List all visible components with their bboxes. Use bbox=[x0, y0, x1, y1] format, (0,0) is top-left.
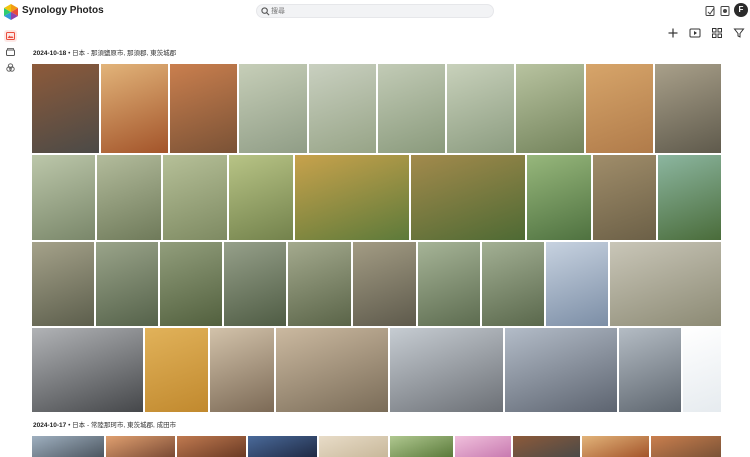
section-location: 日本 - 那須鹽原市, 那須郡, 東茨城郡 bbox=[72, 50, 177, 57]
photo-thumbnail[interactable] bbox=[655, 64, 721, 153]
photo-thumbnail[interactable] bbox=[658, 155, 721, 240]
photo-thumbnail[interactable] bbox=[546, 242, 608, 326]
search-input[interactable] bbox=[271, 5, 491, 17]
sidebar-item-albums[interactable] bbox=[4, 62, 17, 74]
photo-thumbnail[interactable] bbox=[516, 64, 584, 153]
photo-thumbnail[interactable] bbox=[378, 64, 445, 153]
app-title: Synology Photos bbox=[22, 5, 104, 16]
section-location: 日本 - 常陸那珂市, 東茨城郡, 成田市 bbox=[72, 422, 177, 429]
photo-thumbnail[interactable] bbox=[455, 436, 511, 457]
sidebar-item-shared-space[interactable] bbox=[4, 46, 17, 58]
photo-thumbnail[interactable] bbox=[96, 242, 158, 326]
photo-thumbnail[interactable] bbox=[106, 436, 175, 457]
date-header: 2024-10-18 • 日本 - 那須鹽原市, 那須郡, 東茨城郡 bbox=[33, 47, 176, 57]
photo-thumbnail[interactable] bbox=[32, 436, 104, 457]
shared-space-icon bbox=[6, 48, 15, 56]
synology-photos-logo bbox=[4, 4, 18, 20]
add-icon[interactable] bbox=[667, 27, 679, 39]
photo-thumbnail[interactable] bbox=[145, 328, 208, 412]
photo-thumbnail[interactable] bbox=[619, 328, 681, 412]
photo-thumbnail[interactable] bbox=[32, 328, 143, 412]
photo-thumbnail[interactable] bbox=[276, 328, 388, 412]
photo-thumbnail[interactable] bbox=[586, 64, 653, 153]
photo-thumbnail[interactable] bbox=[309, 64, 376, 153]
photo-thumbnail[interactable] bbox=[239, 64, 307, 153]
photo-thumbnail[interactable] bbox=[582, 436, 649, 457]
sidebar bbox=[0, 24, 22, 457]
photo-thumbnail[interactable] bbox=[229, 155, 293, 240]
photo-thumbnail[interactable] bbox=[527, 155, 591, 240]
section-separator: • bbox=[68, 422, 71, 429]
photo-thumbnail[interactable] bbox=[32, 242, 94, 326]
photo-thumbnail[interactable] bbox=[390, 328, 503, 412]
search-bar[interactable] bbox=[256, 4, 494, 18]
filter-icon[interactable] bbox=[733, 27, 745, 39]
photo-thumbnail[interactable] bbox=[390, 436, 453, 457]
photo-thumbnail[interactable] bbox=[224, 242, 286, 326]
user-avatar[interactable]: F bbox=[734, 3, 748, 17]
date-header: 2024-10-17 • 日本 - 常陸那珂市, 東茨城郡, 成田市 bbox=[33, 419, 176, 429]
photo-thumbnail[interactable] bbox=[32, 64, 99, 153]
device-icon[interactable] bbox=[719, 5, 731, 17]
photo-thumbnail[interactable] bbox=[160, 242, 222, 326]
photo-thumbnail[interactable] bbox=[411, 155, 525, 240]
top-bar: Synology Photos F bbox=[0, 0, 750, 24]
photo-thumbnail[interactable] bbox=[177, 436, 246, 457]
photo-thumbnail[interactable] bbox=[210, 328, 274, 412]
photo-thumbnail[interactable] bbox=[170, 64, 237, 153]
photo-thumbnail[interactable] bbox=[593, 155, 656, 240]
view-grid-icon[interactable] bbox=[711, 27, 723, 39]
photo-thumbnail[interactable] bbox=[295, 155, 409, 240]
section-date: 2024-10-17 bbox=[33, 422, 67, 429]
photo-thumbnail[interactable] bbox=[683, 328, 721, 412]
photo-thumbnail[interactable] bbox=[447, 64, 514, 153]
photo-thumbnail[interactable] bbox=[505, 328, 617, 412]
photo-thumbnail[interactable] bbox=[610, 242, 721, 326]
photo-thumbnail[interactable] bbox=[97, 155, 161, 240]
photo-thumbnail[interactable] bbox=[288, 242, 351, 326]
sidebar-item-photos[interactable] bbox=[4, 30, 17, 42]
photo-thumbnail[interactable] bbox=[101, 64, 168, 153]
photo-thumbnail[interactable] bbox=[163, 155, 227, 240]
section-date: 2024-10-18 bbox=[33, 50, 67, 57]
search-icon bbox=[261, 7, 270, 16]
photo-thumbnail[interactable] bbox=[248, 436, 317, 457]
photo-grid bbox=[0, 0, 750, 457]
notes-icon[interactable] bbox=[704, 5, 716, 17]
albums-icon bbox=[6, 63, 15, 72]
photo-thumbnail[interactable] bbox=[513, 436, 580, 457]
photo-thumbnail[interactable] bbox=[353, 242, 416, 326]
photo-thumbnail[interactable] bbox=[651, 436, 721, 457]
slideshow-icon[interactable] bbox=[689, 27, 701, 39]
photo-thumbnail[interactable] bbox=[482, 242, 544, 326]
photo-thumbnail[interactable] bbox=[319, 436, 388, 457]
photo-thumbnail[interactable] bbox=[32, 155, 95, 240]
photo-thumbnail[interactable] bbox=[418, 242, 480, 326]
photo-library-icon bbox=[6, 32, 15, 40]
section-separator: • bbox=[68, 50, 71, 57]
